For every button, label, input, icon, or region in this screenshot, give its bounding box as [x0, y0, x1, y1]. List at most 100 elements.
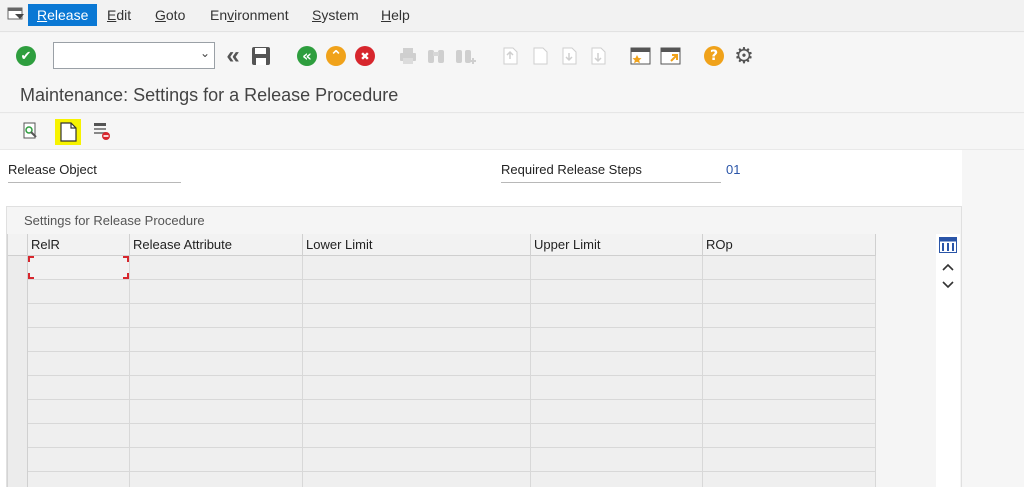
table-cell[interactable]	[130, 400, 303, 424]
table-cell[interactable]	[531, 280, 703, 304]
find-button[interactable]	[425, 45, 447, 67]
help-button[interactable]: ?	[703, 45, 725, 67]
new-document-icon	[60, 122, 77, 142]
table-cell[interactable]	[303, 352, 531, 376]
table-cell[interactable]	[303, 400, 531, 424]
focused-input-cell[interactable]	[28, 256, 130, 280]
column-rop[interactable]: ROp	[703, 234, 876, 256]
customize-layout-icon[interactable]: ⚙	[733, 43, 755, 68]
previous-page-button[interactable]	[529, 45, 551, 67]
table-cell[interactable]	[28, 304, 130, 328]
menu-edit[interactable]: Edit	[98, 4, 140, 26]
table-cell[interactable]	[531, 400, 703, 424]
required-release-steps-label: Required Release Steps	[501, 162, 721, 183]
column-release-attribute[interactable]: Release Attribute	[130, 234, 303, 256]
table-cell[interactable]	[28, 376, 130, 400]
cancel-x-icon: ✖	[355, 46, 375, 66]
table-cell[interactable]	[703, 472, 876, 487]
table-cell[interactable]	[130, 328, 303, 352]
table-cell[interactable]	[130, 352, 303, 376]
table-cell[interactable]	[703, 424, 876, 448]
table-cell[interactable]	[28, 280, 130, 304]
title-bar: Maintenance: Settings for a Release Proc…	[0, 79, 1024, 113]
table-cell[interactable]	[303, 376, 531, 400]
table-cell[interactable]	[28, 328, 130, 352]
exit-button[interactable]: ⌃	[325, 45, 347, 67]
table-cell[interactable]	[28, 400, 130, 424]
table-cell[interactable]	[531, 328, 703, 352]
display-button[interactable]	[20, 120, 42, 142]
table-cell[interactable]	[130, 472, 303, 487]
print-button[interactable]	[397, 45, 419, 67]
table-cell[interactable]	[130, 448, 303, 472]
shortcut-button[interactable]	[660, 45, 682, 67]
chevron-down-icon[interactable]: ⌄	[200, 46, 210, 60]
menu-system[interactable]: System	[303, 4, 368, 26]
delete-button[interactable]	[91, 120, 113, 142]
table-cell[interactable]	[130, 424, 303, 448]
table-cell[interactable]	[703, 304, 876, 328]
column-relr[interactable]: RelR	[28, 234, 130, 256]
table-cell[interactable]	[303, 448, 531, 472]
table-cell[interactable]	[28, 472, 130, 487]
first-page-button[interactable]	[499, 45, 521, 67]
create-session-button[interactable]	[630, 45, 652, 67]
system-toolbar: ✔ ⌄ « « ⌃ ✖ ? ⚙	[0, 33, 1024, 79]
table-cell[interactable]	[130, 376, 303, 400]
table-cell[interactable]	[28, 352, 130, 376]
column-upper-limit[interactable]: Upper Limit	[531, 234, 703, 256]
menu-help[interactable]: Help	[372, 4, 419, 26]
table-cell[interactable]	[531, 352, 703, 376]
cancel-button[interactable]: ✖	[354, 45, 376, 67]
next-page-icon	[562, 47, 577, 65]
table-cell[interactable]	[703, 328, 876, 352]
system-menu-icon[interactable]	[7, 7, 25, 21]
command-input[interactable]	[54, 43, 184, 68]
table-cell[interactable]	[303, 328, 531, 352]
menu-goto[interactable]: Goto	[146, 4, 194, 26]
back-button[interactable]: «	[296, 45, 318, 67]
column-lower-limit[interactable]: Lower Limit	[303, 234, 531, 256]
scroll-down-icon[interactable]	[942, 280, 954, 290]
table-cell[interactable]	[303, 280, 531, 304]
enter-button[interactable]: ✔	[15, 45, 37, 67]
command-field[interactable]: ⌄	[53, 42, 215, 69]
table-cell[interactable]	[531, 256, 703, 280]
scroll-up-icon[interactable]	[942, 262, 954, 272]
table-cell[interactable]	[531, 472, 703, 487]
table-cell[interactable]	[303, 256, 531, 280]
column-settings-icon[interactable]	[939, 237, 957, 253]
check-icon: ✔	[16, 46, 36, 66]
table-cell[interactable]	[531, 376, 703, 400]
last-page-button[interactable]	[587, 45, 609, 67]
table-cell[interactable]	[703, 256, 876, 280]
menu-environment[interactable]: Environment	[201, 4, 298, 26]
orange-up-icon: ⌃	[326, 46, 346, 66]
table-cell[interactable]	[28, 424, 130, 448]
menu-release[interactable]: Release	[28, 4, 98, 26]
table-cell[interactable]	[303, 424, 531, 448]
row-selector-column[interactable]	[8, 256, 28, 487]
table-cell[interactable]	[130, 256, 303, 280]
select-all-cell[interactable]	[8, 234, 28, 256]
table-cell[interactable]	[130, 280, 303, 304]
find-next-button[interactable]	[455, 45, 477, 67]
table-cell[interactable]	[703, 448, 876, 472]
table-cell[interactable]	[703, 280, 876, 304]
table-cell[interactable]	[531, 448, 703, 472]
application-toolbar	[0, 114, 1024, 150]
table-cell[interactable]	[703, 400, 876, 424]
table-cell[interactable]	[303, 304, 531, 328]
back-history-icon[interactable]: «	[222, 42, 244, 69]
table-cell[interactable]	[531, 424, 703, 448]
table-cell[interactable]	[130, 304, 303, 328]
page-title: Maintenance: Settings for a Release Proc…	[20, 85, 399, 105]
save-button[interactable]	[250, 45, 272, 67]
table-cell[interactable]	[703, 352, 876, 376]
table-cell[interactable]	[28, 448, 130, 472]
table-cell[interactable]	[531, 304, 703, 328]
new-entries-button[interactable]	[55, 119, 81, 145]
table-cell[interactable]	[303, 472, 531, 487]
next-page-button[interactable]	[558, 45, 580, 67]
table-cell[interactable]	[703, 376, 876, 400]
